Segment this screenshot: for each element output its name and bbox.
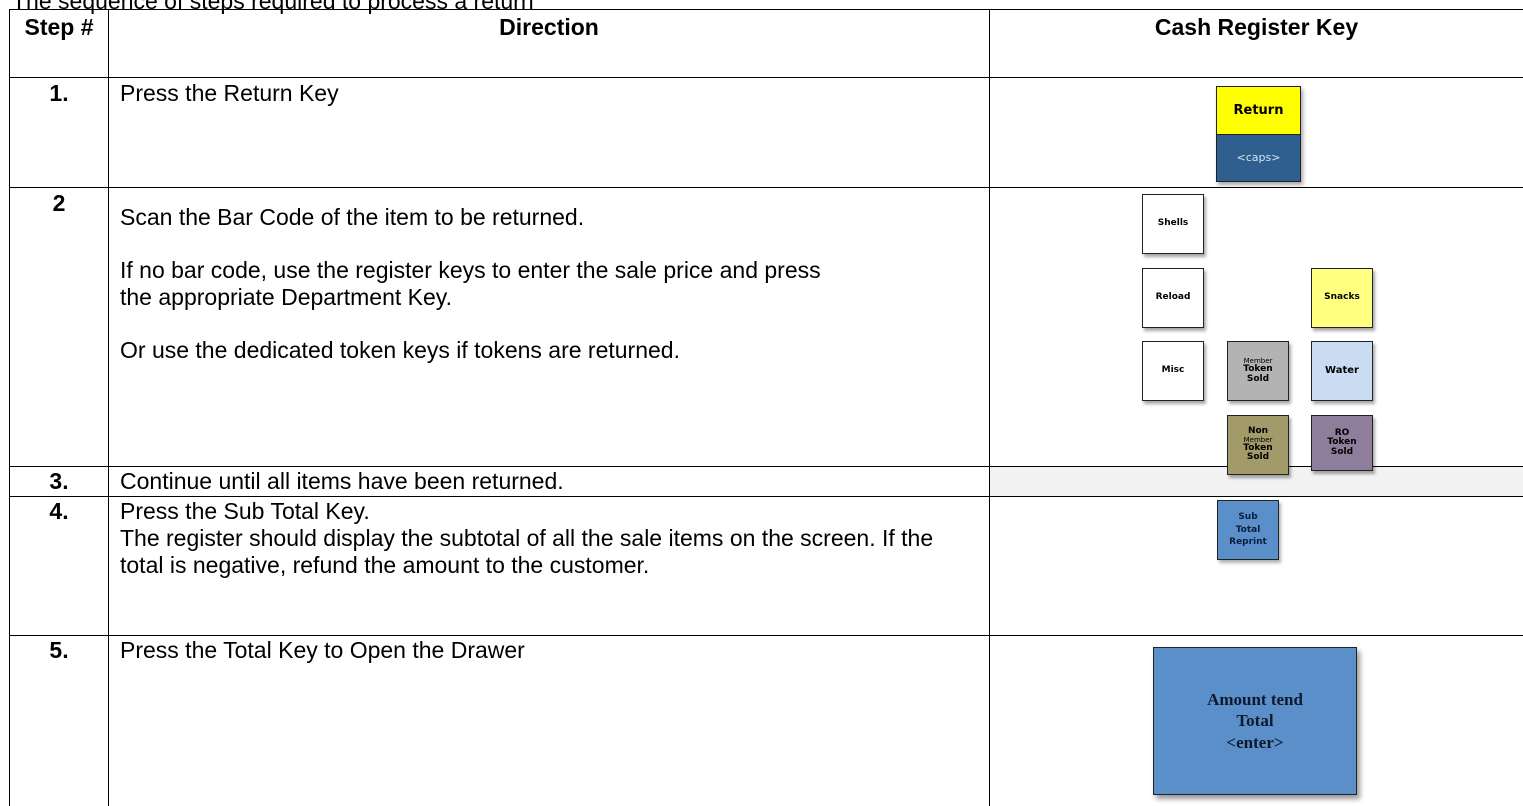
direction-text: Or use the dedicated token keys if token…	[120, 337, 680, 363]
step-direction: Continue until all items have been retur…	[120, 468, 980, 495]
key-main-label: Token Sold	[1243, 364, 1273, 384]
row-divider	[9, 187, 1523, 188]
key-main-label: Token Sold	[1243, 442, 1273, 463]
snacks-key: Snacks	[1311, 268, 1373, 328]
subtotal-key: Sub Total Reprint	[1217, 500, 1279, 560]
reload-key: Reload	[1142, 268, 1204, 328]
non-member-token-key: Non Member Token Sold	[1227, 415, 1289, 475]
row-divider	[9, 77, 1523, 78]
water-key: Water	[1311, 341, 1373, 401]
direction-text: Press the Total Key to Open the Drawer	[120, 637, 525, 663]
col-divider	[108, 9, 109, 806]
shells-key: Shells	[1142, 194, 1204, 254]
step-direction: Press the Sub Total Key. The register sh…	[120, 498, 980, 579]
return-key: Return <caps>	[1216, 86, 1301, 182]
member-token-key: Member Token Sold	[1227, 341, 1289, 401]
step-number: 1.	[49, 80, 69, 106]
ro-token-key: RO Token Sold	[1311, 415, 1373, 471]
header-step: Step #	[24, 14, 94, 40]
direction-text: Scan the Bar Code of the item to be retu…	[120, 204, 585, 230]
direction-text: The register should display the subtotal…	[120, 525, 934, 578]
return-key-top: Return	[1216, 86, 1301, 134]
total-key: Amount tend Total <enter>	[1153, 647, 1357, 795]
step-number: 4.	[49, 498, 69, 524]
steps-table: The sequence of steps required to proces…	[0, 0, 1523, 806]
header-key: Cash Register Key	[1154, 14, 1359, 40]
direction-text: Press the Sub Total Key.	[120, 498, 370, 524]
direction-text: If no bar code, use the register keys to…	[120, 257, 821, 310]
row-divider	[9, 496, 1523, 497]
step-number: 5.	[49, 637, 69, 663]
direction-text: Continue until all items have been retur…	[120, 468, 564, 494]
row-divider	[9, 9, 1523, 10]
col-divider	[989, 9, 990, 806]
step-direction: Scan the Bar Code of the item to be retu…	[120, 204, 980, 364]
col-divider	[9, 9, 10, 806]
cut-off-heading: The sequence of steps required to proces…	[12, 0, 534, 14]
step-direction: Press the Return Key	[120, 80, 980, 107]
row-divider	[9, 635, 1523, 636]
direction-text: Press the Return Key	[120, 80, 339, 106]
header-direction: Direction	[499, 14, 599, 40]
step-number: 2	[52, 190, 66, 216]
step-direction: Press the Total Key to Open the Drawer	[120, 637, 980, 664]
step-number: 3.	[49, 468, 69, 494]
caps-key-bottom: <caps>	[1216, 134, 1301, 182]
misc-key: Misc	[1142, 341, 1204, 401]
